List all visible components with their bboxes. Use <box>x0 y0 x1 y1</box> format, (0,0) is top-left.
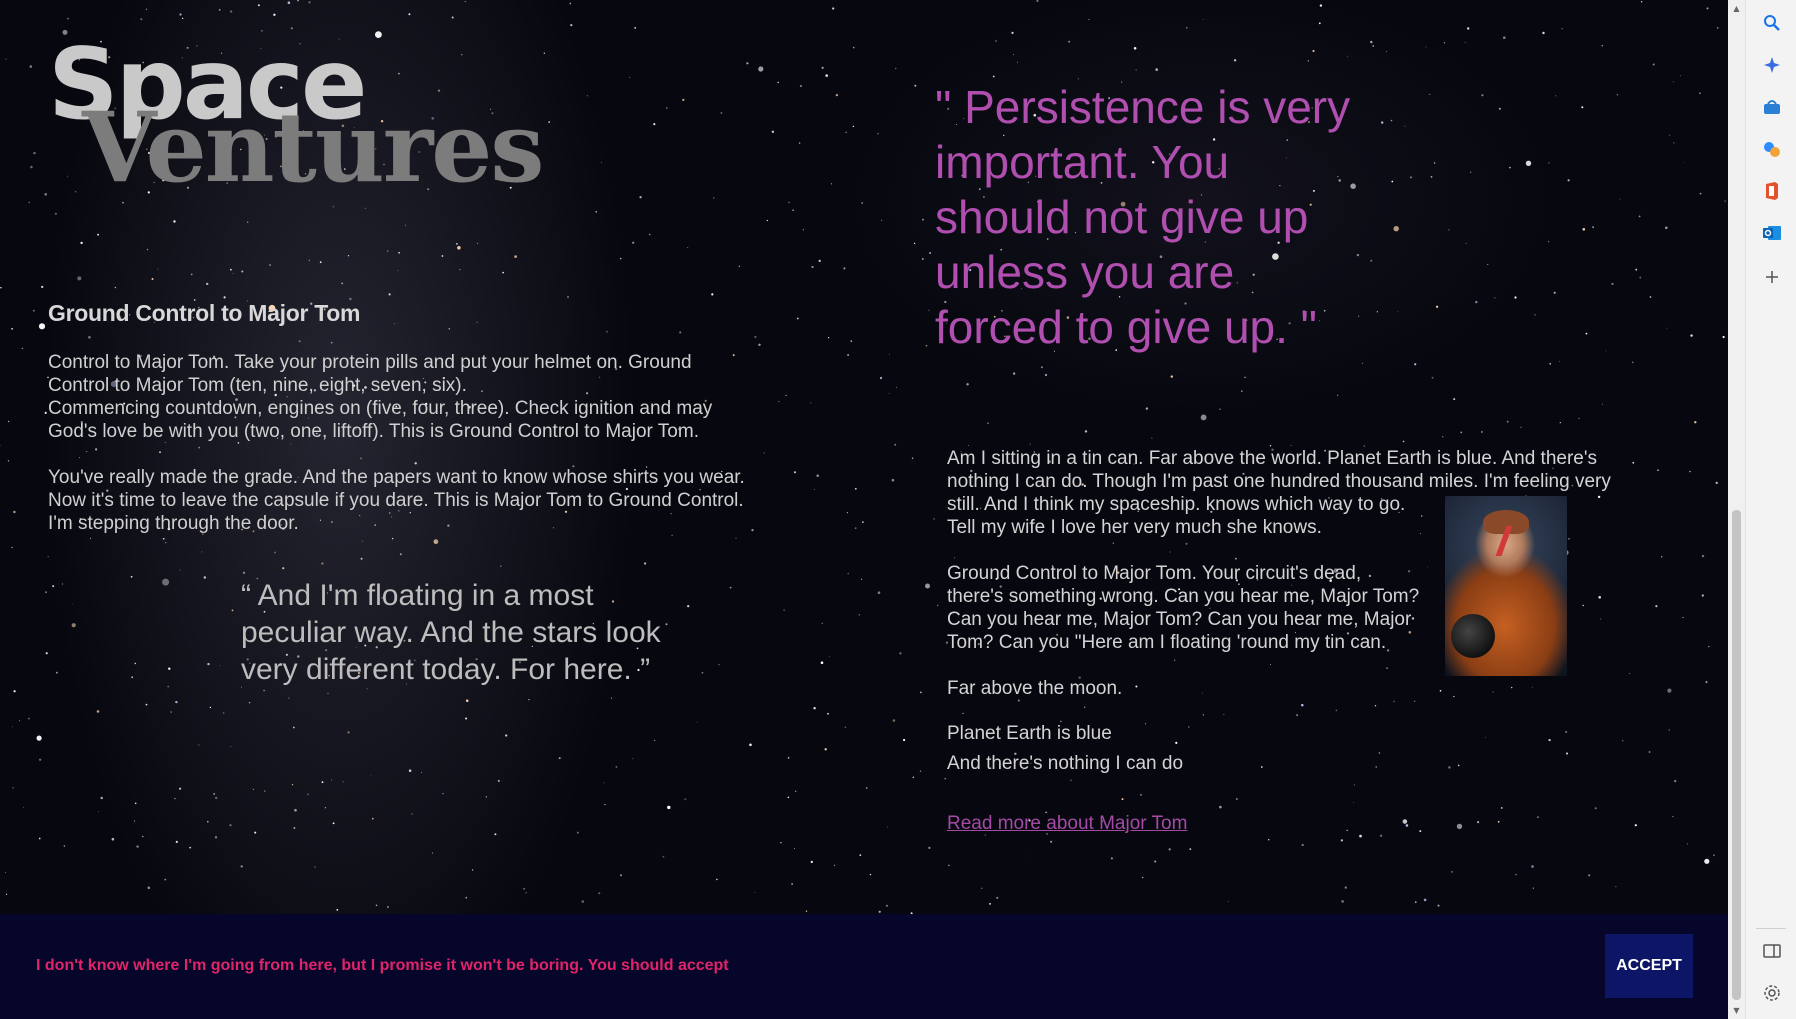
scroll-thumb[interactable] <box>1732 510 1741 1000</box>
text-line: Control to Major Tom. Take your protein … <box>48 352 692 373</box>
astronaut-portrait-image <box>1445 496 1567 676</box>
scroll-up-arrow-icon[interactable]: ▲ <box>1732 4 1741 13</box>
text-line: still. And I think my spaceship. knows w… <box>947 494 1406 515</box>
left-paragraph-2: You've really made the grade. And the pa… <box>48 466 798 535</box>
text-line: Now it's time to leave the capsule if yo… <box>48 490 744 511</box>
accept-button[interactable]: ACCEPT <box>1605 934 1693 998</box>
add-icon[interactable] <box>1759 264 1785 290</box>
cookie-banner: I don't know where I'm going from here, … <box>0 914 1728 1019</box>
text-line: Ground Control to Major Tom. Your circui… <box>947 563 1362 584</box>
cookie-message: I don't know where I'm going from here, … <box>36 957 729 974</box>
planet-lines: Planet Earth is blue And there's nothing… <box>947 719 1667 779</box>
left-article: Ground Control to Major Tom Control to M… <box>48 300 798 535</box>
quote-line: unless you are <box>935 246 1235 298</box>
text-line: Commencing countdown, engines on (five, … <box>48 398 713 419</box>
office-icon[interactable] <box>1759 178 1785 204</box>
text-line: Am I sitting in a tin can. Far above the… <box>947 448 1597 469</box>
section-heading: Ground Control to Major Tom <box>48 300 361 326</box>
text-line: Control to Major Tom (ten, nine, eight, … <box>48 375 467 396</box>
brand-title-ventures: Ventures <box>82 91 544 204</box>
persistence-quote: " Persistence is very important. You sho… <box>935 80 1395 355</box>
page-scrollbar[interactable]: ▲ ▼ <box>1728 0 1745 1019</box>
search-icon[interactable] <box>1759 10 1785 36</box>
settings-icon[interactable] <box>1759 980 1785 1006</box>
split-screen-icon[interactable] <box>1759 938 1785 964</box>
games-icon[interactable] <box>1759 136 1785 162</box>
read-more-link[interactable]: Read more about Major Tom <box>947 813 1187 835</box>
text-line: I'm stepping through the door. <box>48 513 299 534</box>
quote-line: “ And I'm floating in a most <box>241 579 594 612</box>
copilot-sparkle-icon[interactable] <box>1759 52 1785 78</box>
text-line: You've really made the grade. And the pa… <box>48 467 745 488</box>
left-paragraph-1: Control to Major Tom. Take your protein … <box>48 351 798 443</box>
text-line: there's something wrong. Can you hear me… <box>947 586 1420 607</box>
scroll-down-arrow-icon[interactable]: ▼ <box>1732 1006 1741 1015</box>
outlook-icon[interactable] <box>1759 220 1785 246</box>
quote-line: very different today. For here. ” <box>241 653 651 686</box>
far-above-text: Far above the moon. <box>947 678 1123 699</box>
quote-line: forced to give up. " <box>935 301 1317 353</box>
quote-line: should not give up <box>935 191 1309 243</box>
left-pull-quote: “ And I'm floating in a most peculiar wa… <box>241 577 721 688</box>
text-line: nothing I can do. Though I'm past one hu… <box>947 471 1611 492</box>
browser-sidebar <box>1745 0 1796 1019</box>
quote-line: important. You <box>935 136 1230 188</box>
text-line: God's love be with you (two, one, liftof… <box>48 421 699 442</box>
shopping-bag-icon[interactable] <box>1759 94 1785 120</box>
quote-line: " Persistence is very <box>935 81 1351 133</box>
quote-line: peculiar way. And the stars look <box>241 616 661 649</box>
text-line: Planet Earth is blue <box>947 723 1112 744</box>
text-line: Can you hear me, Major Tom? Can you hear… <box>947 609 1412 630</box>
text-line: And there's nothing I can do <box>947 753 1184 774</box>
text-line: Tom? Can you "Here am I floating 'round … <box>947 632 1387 653</box>
text-line: Tell my wife I love her very much she kn… <box>947 517 1322 538</box>
